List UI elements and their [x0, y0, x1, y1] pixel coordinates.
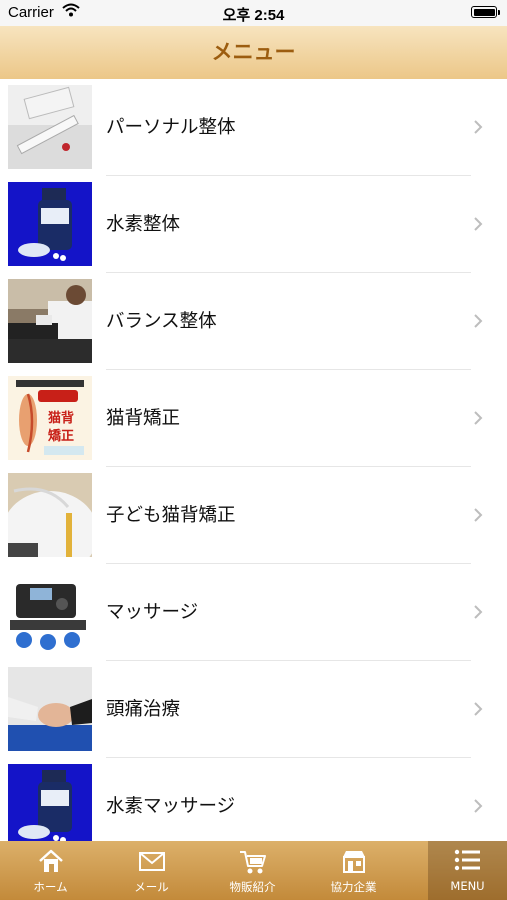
- menu-item-label: マッサージ: [106, 602, 199, 623]
- chevron-right-icon: [473, 119, 483, 139]
- menu-item-balance-seitai[interactable]: バランス整体: [0, 273, 507, 370]
- chevron-right-icon: [473, 507, 483, 527]
- menu-item-hydrogen-seitai[interactable]: 水素整体: [0, 176, 507, 273]
- balance-treatment-photo: [8, 279, 92, 363]
- page-title: メニュー: [211, 40, 296, 64]
- menu-item-headache-treatment[interactable]: 頭痛治療: [0, 661, 507, 758]
- mail-icon: [137, 847, 167, 879]
- tab-bar: ホーム メール 物販紹介 協力企業 MENU: [0, 841, 507, 900]
- cart-icon: [238, 847, 268, 879]
- menu-item-label: バランス整体: [106, 311, 217, 332]
- menu-item-personal-seitai[interactable]: パーソナル整体: [0, 79, 507, 176]
- tab-label: 物販紹介: [229, 880, 276, 894]
- poster-text-bottom: 矯正: [48, 428, 74, 444]
- chevron-right-icon: [473, 410, 483, 430]
- menu-icon: [453, 847, 483, 877]
- tab-label: ホーム: [33, 880, 68, 894]
- chevron-right-icon: [473, 701, 483, 721]
- menu-item-label: 子ども猫背矯正: [106, 505, 236, 526]
- tab-mail[interactable]: メール: [101, 841, 202, 900]
- status-bar: Carrier 오후 2:54: [0, 0, 507, 26]
- massage-device-photo: [8, 570, 92, 654]
- chevron-right-icon: [473, 313, 483, 333]
- tab-label: MENU: [450, 879, 485, 893]
- tab-home[interactable]: ホーム: [0, 841, 101, 900]
- chevron-right-icon: [473, 216, 483, 236]
- hydrogen-bottle-photo: [8, 764, 92, 841]
- menu-item-child-posture-correction[interactable]: 子ども猫背矯正: [0, 467, 507, 564]
- poster-text-top: 猫背: [48, 410, 74, 426]
- menu-item-posture-correction[interactable]: 猫背 矯正 猫背矯正: [0, 370, 507, 467]
- menu-list[interactable]: パーソナル整体 水素整体 バランス整体 猫背 矯正 猫背矯正 子ども猫背矯正 マ…: [0, 79, 507, 841]
- home-icon: [37, 847, 65, 879]
- tab-products[interactable]: 物販紹介: [202, 841, 303, 900]
- menu-item-label: 水素マッサージ: [106, 796, 236, 817]
- child-posture-photo: [8, 473, 92, 557]
- menu-item-hydrogen-massage[interactable]: 水素マッサージ: [0, 758, 507, 841]
- shop-icon: [339, 847, 369, 879]
- chevron-right-icon: [473, 604, 483, 624]
- battery-icon: [471, 6, 500, 18]
- tab-partners[interactable]: 協力企業: [303, 841, 404, 900]
- nav-header: メニュー: [0, 26, 507, 79]
- menu-item-massage[interactable]: マッサージ: [0, 564, 507, 661]
- menu-item-label: 頭痛治療: [106, 699, 181, 720]
- menu-item-label: 猫背矯正: [106, 408, 181, 429]
- hydrogen-bottle-photo: [8, 182, 92, 266]
- tab-label: メール: [134, 880, 169, 894]
- posture-poster-photo: 猫背 矯正: [8, 376, 92, 460]
- chevron-right-icon: [473, 798, 483, 818]
- menu-item-label: パーソナル整体: [106, 117, 236, 138]
- tab-menu[interactable]: MENU: [428, 841, 507, 900]
- headache-treatment-photo: [8, 667, 92, 751]
- clock: 오후 2:54: [222, 7, 285, 24]
- personal-seitai-photo: [8, 85, 92, 169]
- menu-item-label: 水素整体: [106, 214, 181, 235]
- tab-label: 協力企業: [330, 880, 377, 894]
